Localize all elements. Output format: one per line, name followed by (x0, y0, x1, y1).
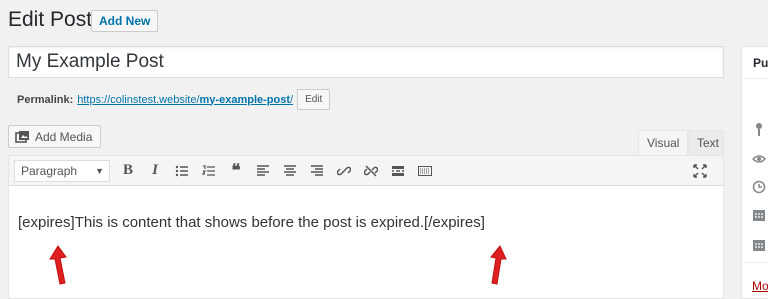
post-title-input[interactable]: My Example Post (8, 46, 724, 78)
chevron-down-icon: ▼ (95, 165, 104, 176)
align-right-icon[interactable] (305, 160, 329, 182)
fullscreen-icon[interactable] (688, 160, 712, 182)
history-icon (752, 180, 766, 194)
add-media-label: Add Media (35, 129, 93, 144)
align-center-icon[interactable] (278, 160, 302, 182)
link-icon[interactable] (332, 160, 356, 182)
format-select[interactable]: Paragraph ▼ (14, 159, 110, 182)
toolbar-toggle-icon[interactable] (413, 160, 437, 182)
page-title: Edit Post (8, 8, 93, 31)
italic-icon[interactable]: I (143, 160, 167, 182)
tab-text[interactable]: Text (688, 130, 724, 156)
permalink-slug: my-example-post (199, 93, 291, 106)
move-to-trash-link[interactable]: Mo (752, 279, 768, 293)
editor-toolbar: Paragraph ▼ B I ❝ (9, 156, 723, 186)
eye-icon (752, 155, 766, 163)
red-arrow-left (49, 245, 67, 285)
edit-permalink-button[interactable]: Edit (297, 89, 331, 110)
calendar-icon (753, 240, 765, 251)
read-more-icon[interactable] (386, 160, 410, 182)
pin-icon (756, 123, 762, 136)
permalink-base: https://colinstest.website/ (77, 93, 200, 106)
editor-content[interactable]: [expires]This is content that shows befo… (18, 214, 485, 231)
add-new-button[interactable]: Add New (91, 10, 159, 32)
numbered-list-icon[interactable] (197, 160, 221, 182)
align-left-icon[interactable] (251, 160, 275, 182)
blockquote-icon[interactable]: ❝ (224, 160, 248, 182)
calendar-icon (753, 210, 765, 221)
permalink-row: Permalink: https://colinstest.website/my… (17, 89, 331, 110)
bold-icon[interactable]: B (116, 160, 140, 182)
permalink-end: / (290, 93, 294, 106)
bulleted-list-icon[interactable] (170, 160, 194, 182)
add-media-button[interactable]: Add Media (8, 125, 102, 148)
red-arrow-right (490, 245, 507, 285)
unlink-icon[interactable] (359, 160, 383, 182)
divider (742, 262, 768, 263)
editor: Paragraph ▼ B I ❝ [expires]This is conte… (8, 155, 724, 299)
publish-box: Pu Mo (741, 46, 768, 299)
tab-visual[interactable]: Visual (638, 130, 689, 156)
publish-heading: Pu (742, 47, 768, 79)
add-media-icon (15, 130, 29, 143)
format-select-value: Paragraph (21, 163, 78, 178)
permalink-link[interactable]: https://colinstest.website/my-example-po… (77, 94, 293, 106)
permalink-label: Permalink: (17, 93, 74, 106)
